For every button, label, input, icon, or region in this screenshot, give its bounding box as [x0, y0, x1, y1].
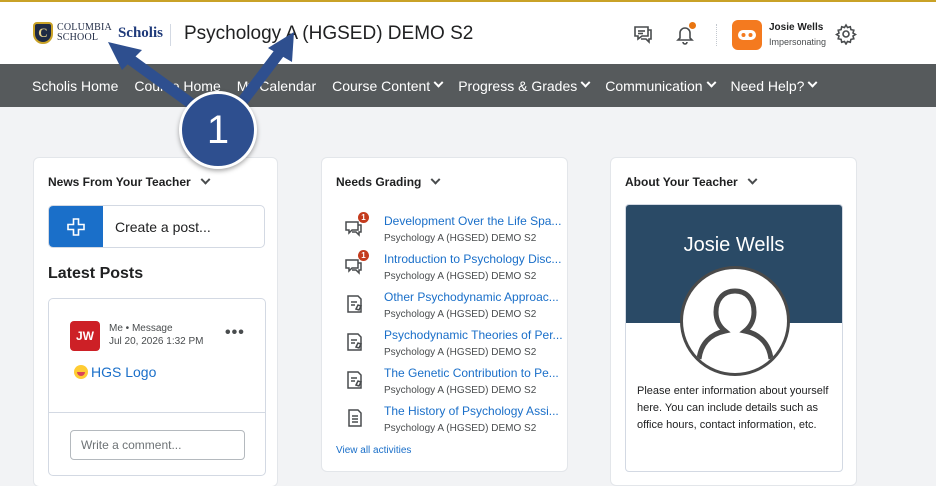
about-title-text: About Your Teacher	[625, 175, 738, 189]
about-teacher-card: About Your Teacher Josie Wells Please en…	[610, 157, 857, 486]
news-card-title[interactable]: News From Your Teacher	[48, 174, 211, 189]
grading-title-text: Needs Grading	[336, 175, 422, 189]
post-meta: Me • Message	[109, 323, 173, 334]
gear-icon[interactable]	[834, 22, 858, 46]
nav-scholis-home[interactable]: Scholis Home	[32, 78, 118, 94]
post-author: Me	[109, 323, 123, 334]
grading-item[interactable]: The Genetic Contribution to Pe... Psycho…	[336, 365, 566, 401]
laughing-emoji-icon	[74, 365, 88, 379]
nav-label: Course Content	[332, 77, 431, 94]
nav-communication[interactable]: Communication	[605, 77, 716, 94]
chevron-down-icon	[580, 77, 591, 88]
nav-course-content[interactable]: Course Content	[332, 77, 444, 94]
view-all-activities-link[interactable]: View all activities	[336, 445, 411, 456]
teacher-profile: Josie Wells Please enter information abo…	[625, 204, 843, 472]
nav-label: Need Help?	[730, 77, 805, 94]
grading-item-link[interactable]: Psychodynamic Theories of Per...	[384, 328, 563, 342]
teacher-name: Josie Wells	[683, 234, 785, 256]
grading-item-link[interactable]: The Genetic Contribution to Pe...	[384, 366, 559, 380]
assignment-icon	[347, 295, 363, 313]
author-avatar: JW	[70, 321, 100, 351]
bell-icon[interactable]	[673, 22, 697, 46]
grading-item[interactable]: Other Psychodynamic Approac... Psycholog…	[336, 289, 566, 325]
grading-item-course: Psychology A (HGSED) DEMO S2	[384, 233, 537, 244]
nav-label: Progress & Grades	[458, 77, 578, 94]
grading-item-course: Psychology A (HGSED) DEMO S2	[384, 271, 537, 282]
post-type: Message	[131, 323, 173, 334]
grading-item-course: Psychology A (HGSED) DEMO S2	[384, 385, 537, 396]
grading-item-course: Psychology A (HGSED) DEMO S2	[384, 309, 537, 320]
nav-my-calendar[interactable]: My Calendar	[237, 78, 316, 94]
nav-need-help[interactable]: Need Help?	[730, 77, 818, 94]
notification-dot	[689, 22, 696, 29]
nav-label: My Calendar	[236, 77, 317, 94]
assignment-icon	[347, 333, 363, 351]
post-item: JW Me • Message Jul 20, 2026 1:32 PM •••…	[48, 298, 266, 476]
news-card: News From Your Teacher Create a post... …	[33, 157, 278, 486]
chat-icon[interactable]	[631, 22, 655, 46]
comment-area: Write a comment...	[49, 412, 265, 475]
grading-item[interactable]: 1 Introduction to Psychology Disc... Psy…	[336, 250, 566, 287]
teacher-bio: Please enter information about yourself …	[637, 385, 829, 431]
mask-icon[interactable]	[732, 20, 762, 50]
nav-label: Course Home	[134, 77, 221, 94]
user-status: Impersonating	[769, 37, 827, 47]
post-date: Jul 20, 2026 1:32 PM	[109, 336, 204, 347]
grading-item[interactable]: Psychodynamic Theories of Per... Psychol…	[336, 327, 566, 363]
post-link-text: HGS Logo	[91, 364, 157, 380]
grading-count-badge: 1	[358, 212, 369, 223]
grading-item[interactable]: The History of Psychology Assi... Psycho…	[336, 403, 566, 439]
comment-input[interactable]: Write a comment...	[70, 430, 245, 460]
grading-item-link[interactable]: Introduction to Psychology Disc...	[384, 252, 561, 266]
plus-icon	[49, 206, 103, 247]
logo-line2: SCHOOL	[57, 32, 99, 43]
chevron-down-icon	[200, 174, 211, 185]
user-name[interactable]: Josie Wells	[769, 22, 823, 33]
chevron-down-icon	[706, 77, 716, 88]
logo-brand: Scholis	[117, 24, 163, 41]
nav-progress-grades[interactable]: Progress & Grades	[458, 77, 591, 94]
assignment-icon	[347, 371, 363, 389]
latest-posts-heading: Latest Posts	[48, 265, 144, 282]
school-logo[interactable]: C COLUMBIA SCHOOL Scholis	[33, 22, 163, 44]
create-post-button[interactable]: Create a post...	[48, 205, 265, 248]
nav-label: Communication	[605, 77, 703, 94]
about-card-title[interactable]: About Your Teacher	[625, 174, 758, 189]
chevron-down-icon	[433, 77, 444, 88]
nav-label: Scholis Home	[32, 77, 119, 94]
grading-item-course: Psychology A (HGSED) DEMO S2	[384, 423, 537, 434]
logo-shield-icon: C	[33, 22, 53, 44]
grading-item-link[interactable]: The History of Psychology Assi...	[384, 404, 559, 418]
needs-grading-card: Needs Grading 1 Development Over the Lif…	[321, 157, 568, 472]
header-divider-dotted	[716, 24, 717, 46]
grading-item-link[interactable]: Other Psychodynamic Approac...	[384, 290, 559, 304]
news-title-text: News From Your Teacher	[48, 175, 191, 189]
annotation-badge: 1	[179, 91, 257, 169]
course-navbar: Scholis Home Course Home My Calendar Cou…	[0, 64, 936, 107]
more-options-icon[interactable]: •••	[225, 324, 245, 342]
header-divider	[170, 24, 171, 46]
grading-card-title[interactable]: Needs Grading	[336, 174, 441, 189]
top-header: C COLUMBIA SCHOOL Scholis Psychology A (…	[0, 0, 936, 64]
post-link[interactable]: HGS Logo	[74, 364, 156, 380]
create-post-label: Create a post...	[115, 218, 211, 235]
chevron-down-icon	[747, 174, 758, 185]
person-placeholder-icon	[680, 266, 790, 376]
course-title[interactable]: Psychology A (HGSED) DEMO S2	[184, 23, 473, 45]
chevron-down-icon	[430, 174, 441, 185]
nav-course-home[interactable]: Course Home	[134, 78, 220, 94]
document-icon	[348, 409, 362, 427]
grading-item[interactable]: 1 Development Over the Life Spa... Psych…	[336, 212, 566, 249]
grading-item-link[interactable]: Development Over the Life Spa...	[384, 214, 561, 228]
grading-item-course: Psychology A (HGSED) DEMO S2	[384, 347, 537, 358]
chevron-down-icon	[808, 77, 818, 88]
grading-count-badge: 1	[358, 250, 369, 261]
logo-school-name: COLUMBIA SCHOOL	[57, 23, 112, 43]
